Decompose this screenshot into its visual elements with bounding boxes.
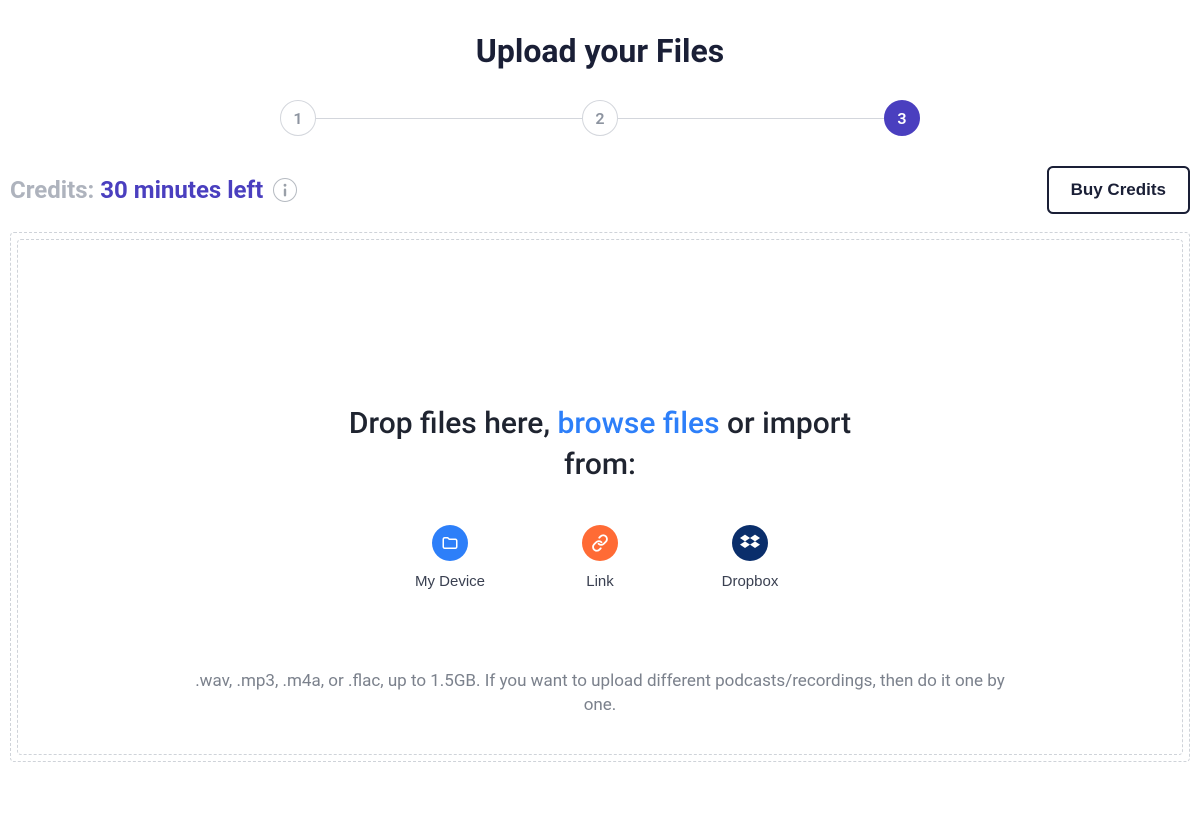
- link-icon: [582, 525, 618, 561]
- browse-files-link[interactable]: browse files: [558, 406, 720, 441]
- credits-text: Credits: 30 minutes left: [10, 176, 263, 204]
- file-format-hint: .wav, .mp3, .m4a, or .flac, up to 1.5GB.…: [18, 669, 1182, 718]
- source-dropbox[interactable]: Dropbox: [713, 525, 787, 590]
- source-label: Link: [586, 573, 614, 590]
- folder-icon: [432, 525, 468, 561]
- source-link[interactable]: Link: [563, 525, 637, 590]
- drop-prompt-prefix: Drop files here,: [349, 406, 558, 441]
- credits-row: Credits: 30 minutes left Buy Credits: [0, 166, 1200, 232]
- credits-label: Credits:: [10, 176, 94, 204]
- info-icon[interactable]: [273, 178, 297, 202]
- step-line: [618, 118, 884, 119]
- credits-value: 30 minutes left: [100, 176, 263, 204]
- step-1[interactable]: 1: [280, 100, 316, 136]
- page-title: Upload your Files: [0, 32, 1200, 70]
- import-sources: My Device Link Dropbox: [413, 525, 787, 590]
- dropzone-outer: Drop files here, browse files or import …: [10, 232, 1190, 762]
- step-2[interactable]: 2: [582, 100, 618, 136]
- source-label: My Device: [415, 573, 485, 590]
- dropbox-icon: [732, 525, 768, 561]
- credits-info: Credits: 30 minutes left: [10, 176, 297, 204]
- dropzone[interactable]: Drop files here, browse files or import …: [17, 239, 1183, 755]
- buy-credits-button[interactable]: Buy Credits: [1047, 166, 1190, 214]
- stepper: 1 2 3: [0, 100, 1200, 136]
- step-line: [316, 118, 582, 119]
- source-my-device[interactable]: My Device: [413, 525, 487, 590]
- step-3[interactable]: 3: [884, 100, 920, 136]
- drop-prompt: Drop files here, browse files or import …: [320, 404, 880, 485]
- source-label: Dropbox: [722, 573, 779, 590]
